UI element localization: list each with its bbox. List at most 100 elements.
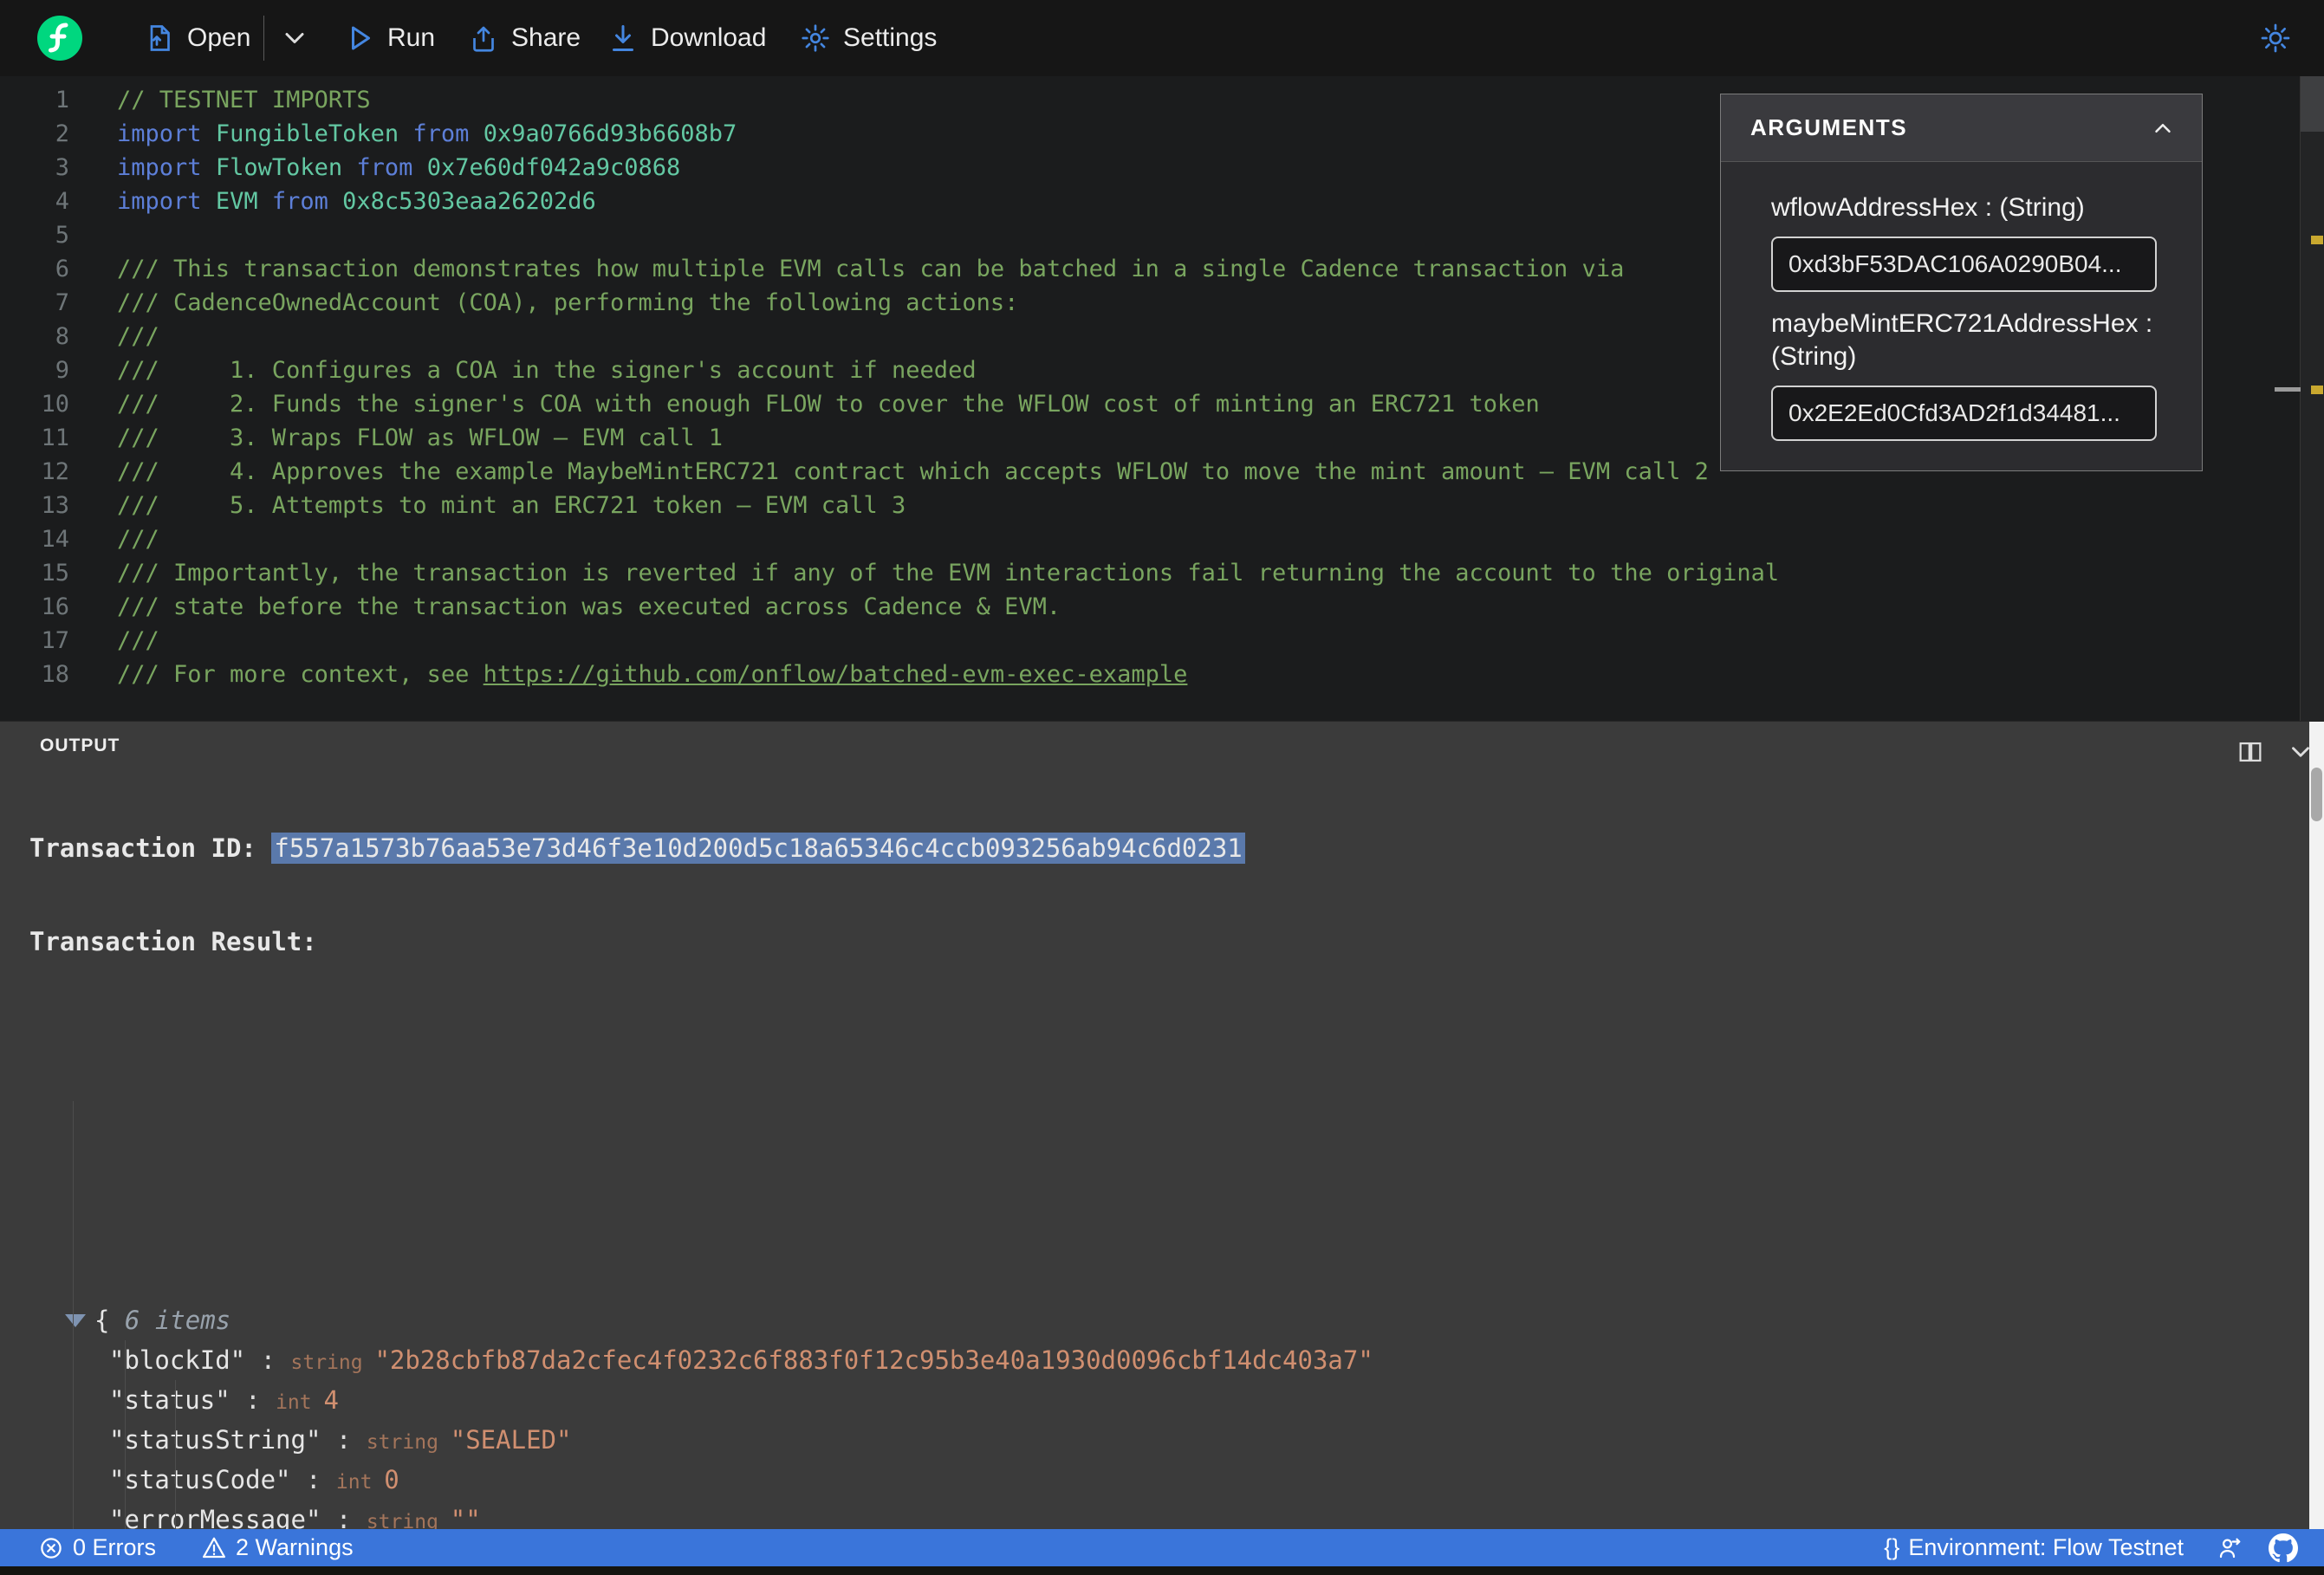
code-line: // TESTNET IMPORTS <box>117 87 371 113</box>
warning-marker <box>2311 386 2323 394</box>
download-button[interactable]: Download <box>607 0 766 76</box>
indent-guide <box>175 1380 176 1529</box>
line-number: 10 <box>41 391 69 418</box>
json-tree-row: "status" : int 4 <box>109 1385 339 1415</box>
argument-label: wflowAddressHex : (String) <box>1771 193 2085 222</box>
collapse-triangle-icon[interactable] <box>65 1314 86 1327</box>
run-icon <box>352 26 370 50</box>
open-button[interactable]: Open <box>144 0 250 76</box>
code-line: /// CadenceOwnedAccount (COA), performin… <box>117 289 1019 316</box>
editor-overview-ruler[interactable] <box>2300 76 2324 721</box>
json-tree-row[interactable]: { 6 items <box>29 1300 2289 1340</box>
settings-button[interactable]: Settings <box>800 0 937 76</box>
line-number: 12 <box>41 458 69 485</box>
code-line: /// Importantly, the transaction is reve… <box>117 560 1780 587</box>
errors-status[interactable]: 0 Errors <box>38 1534 156 1561</box>
transaction-id-label: Transaction ID: <box>29 833 272 863</box>
chevron-up-icon[interactable] <box>2150 115 2176 141</box>
share-label: Share <box>511 23 581 52</box>
line-number: 14 <box>41 526 69 553</box>
download-label: Download <box>651 23 767 52</box>
person-feedback-icon <box>2219 1538 2241 1558</box>
arguments-body: wflowAddressHex : (String) maybeMintERC72… <box>1721 162 2202 470</box>
code-line: /// 1. Configures a COA in the signer's … <box>117 357 977 384</box>
share-button[interactable]: Share <box>468 0 581 76</box>
code-line: /// <box>117 526 159 553</box>
transaction-result-label: Transaction Result: <box>29 927 317 956</box>
line-number: 3 <box>55 154 69 181</box>
code-line: /// For more context, see https://github… <box>117 661 1188 688</box>
code-line: /// This transaction demonstrates how mu… <box>117 256 1625 282</box>
transaction-id-value[interactable]: f557a1573b76aa53e73d46f3e10d200d5c18a653… <box>271 833 1245 864</box>
open-file-icon <box>150 25 170 51</box>
output-scrollbar-thumb[interactable] <box>2311 768 2322 821</box>
github-icon <box>2269 1533 2298 1562</box>
open-dropdown-chevron[interactable] <box>279 0 310 76</box>
code-line: /// <box>117 323 159 350</box>
environment-label: Environment: Flow Testnet <box>1908 1534 2184 1560</box>
share-icon <box>473 26 494 52</box>
toolbar: Open Run Share Download Settings <box>0 0 2324 76</box>
errors-count: 0 Errors <box>73 1534 157 1560</box>
line-number: 8 <box>55 323 69 350</box>
line-number: 17 <box>41 627 69 654</box>
line-number: 18 <box>41 661 69 688</box>
arguments-title: ARGUMENTS <box>1750 114 1908 140</box>
run-label: Run <box>387 23 436 52</box>
argument-label: maybeMintERC721AddressHex : (String) <box>1771 309 2153 371</box>
code-line: /// <box>117 627 159 654</box>
gear-icon <box>802 24 829 52</box>
transaction-id-row: Transaction ID: f557a1573b76aa53e73d46f3… <box>29 833 2289 864</box>
line-number: 15 <box>41 560 69 587</box>
warning-icon <box>203 1537 226 1558</box>
code-line: /// 3. Wraps FLOW as WFLOW – EVM call 1 <box>117 425 723 451</box>
warnings-count: 2 Warnings <box>236 1534 354 1560</box>
line-number: 6 <box>55 256 69 282</box>
arguments-header[interactable]: ARGUMENTS <box>1721 94 2202 162</box>
flow-logo[interactable] <box>37 16 82 61</box>
line-number: 7 <box>55 289 69 316</box>
flow-runner-window: Open Run Share Download Settings 1 2 3 4… <box>0 0 2324 1575</box>
argument-input[interactable] <box>1771 386 2157 441</box>
code-line: import FlowToken from 0x7e60df042a9c0868 <box>117 154 681 181</box>
settings-label: Settings <box>843 23 938 52</box>
download-icon <box>613 25 633 51</box>
line-number: 5 <box>55 222 69 249</box>
json-tree-row: "statusCode" : int 0 <box>109 1465 399 1494</box>
code-editor[interactable]: 1 2 3 4 5 6 7 8 9 10 11 12 13 14 15 16 17 18 // TESTNET I… <box>0 76 2324 721</box>
editor-scrollbar-thumb[interactable] <box>2301 76 2324 132</box>
json-tree-row: "statusString" : string "SEALED" <box>109 1425 572 1455</box>
error-icon <box>41 1537 62 1559</box>
code-line: import FungibleToken from 0x9a0766d93b66… <box>117 120 737 147</box>
arguments-panel: ARGUMENTS wflowAddressHex : (String) mayb… <box>1720 94 2203 471</box>
feedback-button[interactable] <box>2217 1535 2243 1561</box>
line-number: 4 <box>55 188 69 215</box>
run-button[interactable]: Run <box>344 0 435 76</box>
braces-icon: {} <box>1884 1534 1900 1560</box>
warning-marker <box>2311 236 2323 244</box>
line-number: 13 <box>41 492 69 519</box>
line-number: 9 <box>55 357 69 384</box>
result-json-tree: { 6 items "blockId" : string "2b28cbfb87d… <box>29 1061 2289 1529</box>
output-title: OUTPUT <box>40 736 120 755</box>
warnings-status[interactable]: 2 Warnings <box>201 1534 354 1561</box>
gutter: 1 2 3 4 5 6 7 8 9 10 11 12 13 14 15 16 17 18 <box>0 83 69 691</box>
split-view-icon[interactable] <box>2236 737 2265 767</box>
json-tree-row: "errorMessage" : string "" <box>109 1505 481 1529</box>
github-link[interactable] <box>2269 1533 2298 1563</box>
indent-guide <box>125 1340 126 1529</box>
argument-input[interactable] <box>1771 237 2157 292</box>
code-line: /// state before the transaction was exe… <box>117 593 1061 620</box>
ruler-dash <box>2275 387 2301 392</box>
code-line: /// 2. Funds the signer's COA with enoug… <box>117 391 1540 418</box>
output-body: Transaction ID: f557a1573b76aa53e73d46f3… <box>29 770 2289 1529</box>
bottom-strip <box>0 1566 2324 1575</box>
output-scrollbar[interactable] <box>2309 722 2324 1529</box>
open-label: Open <box>187 23 251 52</box>
environment-status[interactable]: {} Environment: Flow Testnet <box>1884 1534 2184 1561</box>
chevron-down-icon <box>285 33 304 43</box>
theme-toggle-button[interactable] <box>2260 0 2291 76</box>
line-number: 2 <box>55 120 69 147</box>
sun-icon <box>2261 23 2290 53</box>
toolbar-separator <box>263 16 264 61</box>
